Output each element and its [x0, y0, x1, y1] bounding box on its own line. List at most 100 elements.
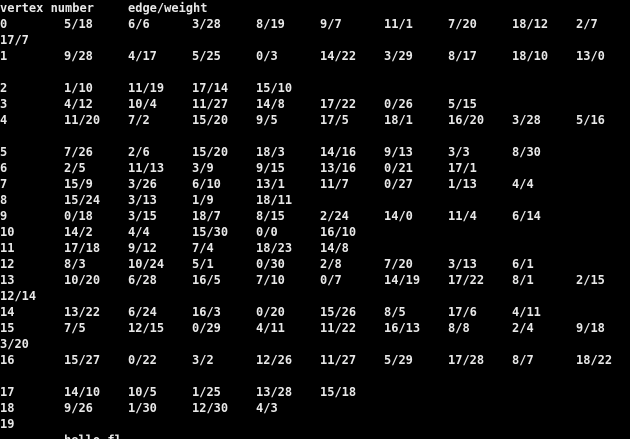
edge-weight: 6/24 [128, 305, 157, 319]
console-line: 1 9/28 4/17 5/25 0/3 14/22 3/29 8/17 18/10 13/0 [0, 48, 630, 64]
edge-weight: 13/0 [576, 49, 605, 63]
edge-weight: 18/12 [512, 17, 549, 31]
edge-weight: 0/3 [256, 49, 278, 63]
edge-weight: 9/15 [256, 161, 285, 175]
vertex-number: 3 [0, 97, 8, 111]
edge-weight: 11/1 [384, 17, 413, 31]
edge-weight: 17/22 [448, 273, 485, 287]
vertex-number: 11 [0, 241, 15, 255]
edge-weight: 0/18 [64, 209, 93, 223]
edge-weight: 4/3 [256, 401, 278, 415]
vertex-number: 4 [0, 113, 8, 127]
edge-weight: 11/27 [192, 97, 229, 111]
edge-weight: 8/5 [384, 305, 406, 319]
console-line: 3 4/12 10/4 11/27 14/8 17/22 0/26 5/15 [0, 96, 630, 112]
console-line: 5 7/26 2/6 15/20 18/3 14/16 9/13 3/3 8/30 [0, 144, 630, 160]
vertex-number: 2 [0, 81, 8, 95]
console-line: 7 15/9 3/26 6/10 13/1 11/7 0/27 1/13 4/4 [0, 176, 630, 192]
edge-weight: 11/4 [448, 209, 477, 223]
edge-weight: 9/26 [64, 401, 93, 415]
edge-weight: 10/5 [128, 385, 157, 399]
console-line: 11 17/18 9/12 7/4 18/23 14/8 [0, 240, 630, 256]
vertex-number: 17/7 [0, 33, 29, 47]
edge-weight: 2/24 [320, 209, 349, 223]
edge-weight: 3/15 [128, 209, 157, 223]
edge-weight: hello fl [64, 432, 122, 439]
vertex-number: 10 [0, 225, 15, 239]
edge-weight: 17/28 [448, 353, 485, 367]
edge-weight: 11/13 [128, 161, 165, 175]
console-line: 14 13/22 6/24 16/3 0/20 15/26 8/5 17/6 4/11 [0, 304, 630, 320]
edge-weight: 8/19 [256, 17, 285, 31]
edge-weight: 7/20 [384, 257, 413, 271]
console-line: 2 1/10 11/19 17/14 15/10 [0, 80, 630, 96]
edge-weight: 1/9 [192, 193, 214, 207]
console-line: 10 14/2 4/4 15/30 0/0 16/10 [0, 224, 630, 240]
edge-weight: 5/16 [576, 113, 605, 127]
console-line: 12/14 [0, 288, 630, 304]
edge-weight: 7/2 [128, 113, 150, 127]
edge-weight: 17/5 [320, 113, 349, 127]
vertex-number: 19 [0, 417, 15, 431]
edge-weight: 7/20 [448, 17, 477, 31]
edge-weight: 18/1 [384, 113, 413, 127]
console-line: 13 10/20 6/28 16/5 7/10 0/7 14/19 17/22 8/1 2/15 [0, 272, 630, 288]
console-line: hello fl [0, 432, 630, 439]
edge-weight: 1/10 [64, 81, 93, 95]
vertex-number: 15 [0, 321, 15, 335]
edge-weight: 2/7 [576, 17, 598, 31]
edge-weight: 14/22 [320, 49, 357, 63]
edge-weight: 4/12 [64, 97, 93, 111]
edge-weight: 18/22 [576, 353, 613, 367]
edge-weight: 14/0 [384, 209, 413, 223]
edge-weight: 10/4 [128, 97, 157, 111]
edge-weight: 8/1 [512, 273, 534, 287]
edge-weight: 14/19 [384, 273, 421, 287]
edge-weight: 14/16 [320, 145, 357, 159]
edge-weight: 2/8 [320, 257, 342, 271]
edge-weight: 13/28 [256, 385, 293, 399]
edge-weight: 4/4 [128, 225, 150, 239]
edge-weight: 16/13 [384, 321, 421, 335]
edge-weight: 9/5 [256, 113, 278, 127]
edge-weight: 7/26 [64, 145, 93, 159]
console-line: 0 5/18 6/6 3/28 8/19 9/7 11/1 7/20 18/12 2/7 [0, 16, 630, 32]
edge-weight: 9/28 [64, 49, 93, 63]
edge-weight: 18/3 [256, 145, 285, 159]
edge-weight: 14/2 [64, 225, 93, 239]
vertex-number: 16 [0, 353, 15, 367]
edge-weight: 6/14 [512, 209, 541, 223]
edge-weight: 16/5 [192, 273, 221, 287]
edge-weight: 11/22 [320, 321, 357, 335]
console-line: 19 [0, 416, 630, 432]
console-window[interactable]: vertex number edge/weight 0 5/18 6/6 3/28 8/19… [0, 0, 630, 439]
console-line: 9 0/18 3/15 18/7 8/15 2/24 14/0 11/4 6/14 [0, 208, 630, 224]
edge-weight: 0/21 [384, 161, 413, 175]
console-line: 4 11/20 7/2 15/20 9/5 17/5 18/1 16/20 3/28 5/16 [0, 112, 630, 128]
edge-weight: 9/13 [384, 145, 413, 159]
edge-weight: 15/26 [320, 305, 357, 319]
edge-weight: 16/10 [320, 225, 357, 239]
edge-weight: 1/30 [128, 401, 157, 415]
vertex-number: 8 [0, 193, 8, 207]
edge-weight: 3/29 [384, 49, 413, 63]
edge-weight: 6/10 [192, 177, 221, 191]
edge-weight: 11/27 [320, 353, 357, 367]
edge-weight: 7/5 [64, 321, 86, 335]
edge-weight: 17/18 [64, 241, 101, 255]
vertex-number: 18 [0, 401, 15, 415]
edge-weight: 0/30 [256, 257, 285, 271]
edge-weight: 12/26 [256, 353, 293, 367]
edge-weight: 0/7 [320, 273, 342, 287]
edge-weight: 0/27 [384, 177, 413, 191]
console-line: 8 15/24 3/13 1/9 18/11 [0, 192, 630, 208]
console-line: 12 8/3 10/24 5/1 0/30 2/8 7/20 3/13 6/1 [0, 256, 630, 272]
console-line: 6 2/5 11/13 3/9 9/15 13/16 0/21 17/1 [0, 160, 630, 176]
vertex-number: 3/20 [0, 337, 29, 351]
edge-weight: 17/14 [192, 81, 229, 95]
edge-weight: 8/17 [448, 49, 477, 63]
edge-weight: 16/3 [192, 305, 221, 319]
edge-weight: 15/9 [64, 177, 93, 191]
edge-weight: 4/4 [512, 177, 534, 191]
